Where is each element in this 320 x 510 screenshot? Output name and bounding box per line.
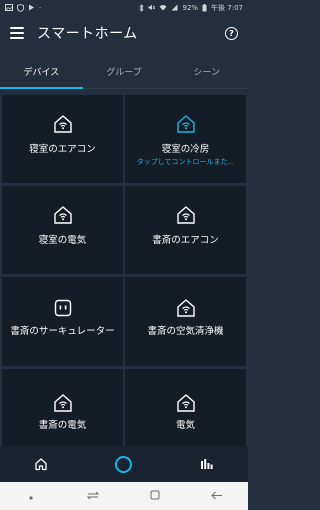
mute-icon bbox=[148, 4, 156, 11]
page-title: スマートホーム bbox=[37, 26, 138, 42]
home-square-icon[interactable] bbox=[140, 490, 170, 503]
clock: 午後 7:07 bbox=[211, 3, 243, 12]
plug-icon bbox=[54, 299, 71, 317]
status-right: 92% 午後 7:07 bbox=[139, 3, 243, 13]
bottom-nav bbox=[0, 446, 248, 482]
home-wifi-icon bbox=[176, 394, 195, 412]
device-card[interactable]: 書斎のエアコン bbox=[125, 186, 246, 274]
status-bar: · 92% 午後 7:07 bbox=[0, 0, 248, 15]
device-card[interactable]: 電気 bbox=[125, 369, 246, 446]
system-nav-bar bbox=[0, 482, 248, 510]
device-card[interactable]: 書斎の空気清浄機 bbox=[125, 277, 246, 366]
device-grid: 寝室のエアコン 寝室の冷房 タップしてコントロールまた... 寝室の電気 書斎の… bbox=[0, 89, 248, 446]
device-name: 書斎の空気清浄機 bbox=[147, 326, 224, 337]
play-icon bbox=[29, 4, 34, 11]
alexa-icon bbox=[115, 455, 133, 473]
battery-percent: 92% bbox=[182, 3, 199, 12]
devices-icon bbox=[200, 459, 213, 469]
device-card[interactable]: 寝室の電気 bbox=[2, 186, 123, 274]
home-wifi-icon bbox=[176, 299, 195, 317]
battery-icon bbox=[202, 3, 207, 11]
nav-home-button[interactable] bbox=[21, 449, 61, 479]
device-status: タップしてコントロールまた... bbox=[136, 158, 235, 166]
home-wifi-icon bbox=[176, 206, 195, 224]
tab-bar: デバイス グループ シーン bbox=[0, 60, 248, 89]
dot-icon[interactable] bbox=[16, 490, 46, 503]
wifi-icon bbox=[159, 5, 167, 11]
app-header: スマートホーム ? bbox=[0, 15, 248, 51]
bluetooth-icon bbox=[139, 3, 145, 12]
tab-groups[interactable]: グループ bbox=[83, 60, 166, 88]
tab-devices[interactable]: デバイス bbox=[0, 60, 83, 89]
help-icon[interactable]: ? bbox=[225, 26, 238, 40]
hamburger-menu-icon[interactable] bbox=[10, 27, 24, 39]
image-icon bbox=[5, 4, 13, 11]
device-card[interactable]: 書斎の電気 bbox=[2, 369, 123, 446]
device-name: 電気 bbox=[175, 420, 195, 431]
device-card[interactable]: 寝室の冷房 タップしてコントロールまた... bbox=[125, 95, 246, 183]
nav-alexa-button[interactable] bbox=[104, 449, 144, 479]
device-name: 書斎のサーキュレーター bbox=[10, 326, 115, 337]
home-wifi-icon bbox=[53, 206, 72, 224]
home-icon bbox=[35, 458, 47, 471]
shield-icon bbox=[17, 3, 24, 12]
status-left: · bbox=[5, 4, 41, 12]
device-name: 書斎の電気 bbox=[38, 420, 87, 431]
home-wifi-icon bbox=[53, 394, 72, 412]
home-wifi-icon bbox=[53, 115, 72, 133]
recents-icon[interactable] bbox=[78, 490, 108, 503]
device-card[interactable]: 寝室のエアコン bbox=[2, 95, 123, 183]
signal-icon bbox=[171, 4, 178, 11]
back-icon[interactable] bbox=[202, 490, 232, 503]
device-name: 寝室の電気 bbox=[38, 235, 87, 246]
home-wifi-icon bbox=[176, 115, 195, 133]
device-name: 寝室の冷房 bbox=[161, 144, 210, 155]
nav-devices-button[interactable] bbox=[187, 449, 227, 479]
dot-icon: · bbox=[39, 3, 42, 12]
device-name: 書斎のエアコン bbox=[152, 235, 219, 246]
tab-scenes[interactable]: シーン bbox=[165, 60, 248, 88]
device-card[interactable]: 書斎のサーキュレーター bbox=[2, 277, 123, 366]
device-name: 寝室のエアコン bbox=[29, 144, 96, 155]
